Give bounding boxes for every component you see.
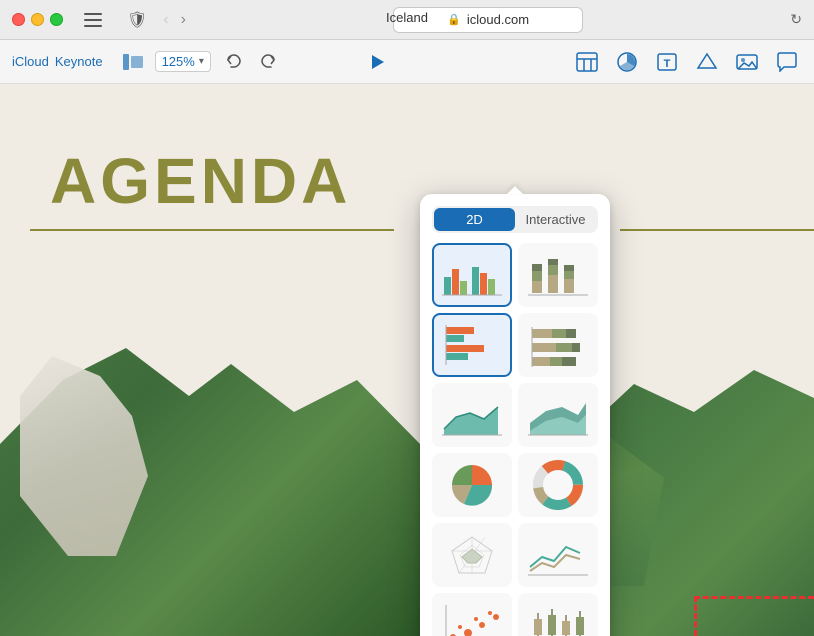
agenda-line-left	[30, 229, 394, 231]
chart-item-candlestick[interactable]	[518, 593, 598, 636]
minimize-button[interactable]	[31, 13, 44, 26]
zoom-control[interactable]: 125% ▾	[155, 51, 211, 72]
chart-item-area[interactable]	[432, 383, 512, 447]
insert-chart-button[interactable]	[612, 47, 642, 77]
chart-item-line[interactable]	[518, 523, 598, 587]
app-name[interactable]: iCloud	[12, 54, 49, 69]
url-text: icloud.com	[467, 12, 529, 27]
insert-shape-button[interactable]	[692, 47, 722, 77]
chart-item-stacked-hbar[interactable]	[518, 313, 598, 377]
chart-picker-popup: 2D Interactive	[420, 194, 610, 636]
nav-arrows: ‹ ›	[159, 10, 190, 30]
dashed-border	[694, 596, 814, 636]
zoom-value: 125%	[162, 54, 195, 69]
chart-item-stacked-bar[interactable]	[518, 243, 598, 307]
lock-icon: 🔒	[447, 13, 461, 26]
browser-chrome: 🛡 ‹ › 🔒 icloud.com ↻	[0, 0, 814, 40]
insert-toolbar: T	[572, 47, 802, 77]
chart-item-grouped-hbar[interactable]	[432, 313, 512, 377]
agenda-line-right	[620, 229, 814, 231]
doc-name[interactable]: Keynote	[55, 54, 103, 69]
chart-item-pie[interactable]	[432, 453, 512, 517]
chart-item-donut[interactable]	[518, 453, 598, 517]
address-bar[interactable]: 🔒 icloud.com	[393, 7, 582, 33]
back-button[interactable]: ‹	[159, 10, 172, 30]
chart-item-grouped-bar[interactable]	[432, 243, 512, 307]
undo-button[interactable]	[219, 48, 247, 76]
tab-interactive[interactable]: Interactive	[515, 208, 596, 231]
reload-button[interactable]: ↻	[790, 11, 802, 28]
chart-item-radar[interactable]	[432, 523, 512, 587]
insert-comment-button[interactable]	[772, 47, 802, 77]
chart-type-tabs: 2D Interactive	[432, 206, 598, 233]
keynote-toolbar: iCloud Keynote 125% ▾	[0, 40, 814, 84]
chart-item-stacked-area[interactable]	[518, 383, 598, 447]
sidebar-toggle-button[interactable]	[79, 6, 107, 34]
fullscreen-button[interactable]	[50, 13, 63, 26]
traffic-lights	[12, 13, 63, 26]
play-button[interactable]	[363, 48, 391, 76]
redo-button[interactable]	[255, 48, 283, 76]
slides-panel-button[interactable]	[119, 48, 147, 76]
insert-table-button[interactable]	[572, 47, 602, 77]
insert-text-button[interactable]: T	[652, 47, 682, 77]
shield-icon: 🛡	[127, 10, 147, 30]
forward-button[interactable]: ›	[177, 10, 190, 30]
chart-item-scatter[interactable]	[432, 593, 512, 636]
slide-title: AGENDA	[50, 144, 351, 218]
close-button[interactable]	[12, 13, 25, 26]
insert-media-button[interactable]	[732, 47, 762, 77]
chart-grid	[432, 243, 598, 636]
zoom-chevron: ▾	[199, 56, 204, 67]
tab-2d[interactable]: 2D	[434, 208, 515, 231]
slide-area: AGENDA 2D Interactive	[0, 84, 814, 636]
svg-text:T: T	[664, 58, 671, 70]
